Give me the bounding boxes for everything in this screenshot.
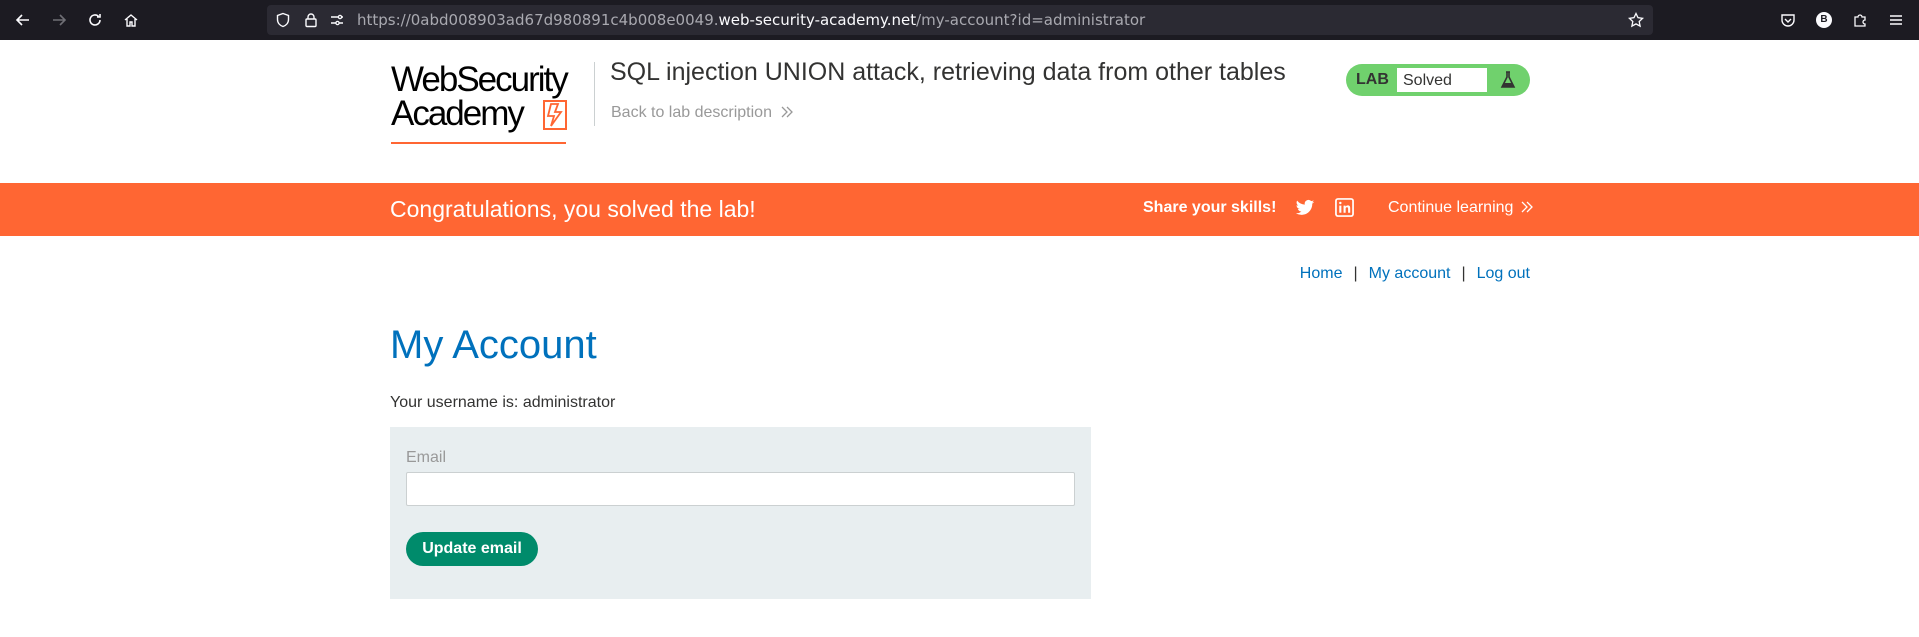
lab-status-widget: LAB Solved [1346,64,1530,96]
hamburger-icon [1890,15,1902,25]
home-button[interactable] [119,8,143,32]
url-path: /my-account?id=administrator [916,11,1146,29]
lab-status-tag: LAB [1356,71,1389,88]
nav-separator: | [1353,265,1358,282]
account-nav: Home | My account | Log out [1300,265,1530,283]
forward-button[interactable] [47,8,71,32]
browser-toolbar: https://0abd008903ad67d980891c4b008e0049… [0,0,1919,40]
double-chevron-right-icon [781,106,794,118]
logo-underline [391,142,566,144]
update-email-form: Email Update email [390,427,1091,599]
my-account-link[interactable]: My account [1369,265,1451,282]
log-out-link[interactable]: Log out [1477,265,1530,282]
url-bar[interactable]: https://0abd008903ad67d980891c4b008e0049… [267,5,1653,35]
lab-status-box: Solved [1396,67,1488,93]
url-text[interactable]: https://0abd008903ad67d980891c4b008e0049… [357,11,1145,29]
continue-learning-label: Continue learning [1388,199,1514,216]
congratulations-banner: Congratulations, you solved the lab! Sha… [0,183,1919,236]
profile-avatar: B [1816,12,1832,28]
back-link-label: Back to lab description [611,104,772,121]
url-prefix: https://0abd008903ad67d980891c4b008e0049… [357,11,719,29]
nav-separator: | [1461,265,1466,282]
congratulations-title: Congratulations, you solved the lab! [390,196,756,222]
home-link[interactable]: Home [1300,265,1343,282]
page-title: My Account [390,323,597,367]
linkedin-icon[interactable] [1335,198,1354,217]
pocket-button[interactable] [1776,8,1800,32]
back-to-lab-description-link[interactable]: Back to lab description [611,103,794,123]
pocket-icon [1781,14,1795,27]
lab-title: SQL injection UNION attack, retrieving d… [610,58,1286,86]
email-field[interactable] [406,472,1075,506]
puzzle-icon [1854,14,1866,27]
reload-icon [89,14,101,26]
header-divider [594,62,595,126]
email-label: Email [406,449,447,466]
permissions-icon[interactable] [329,12,345,28]
username-text: Your username is: administrator [390,394,616,411]
url-host: web-security-academy.net [718,11,917,29]
extensions-button[interactable] [1848,8,1872,32]
double-chevron-right-icon [1521,201,1533,213]
arrow-right-icon [53,14,67,26]
bookmark-star-icon[interactable] [1628,12,1644,28]
page-content: WebSecurity Academy SQL injection UNION … [0,40,1919,637]
share-skills-label: Share your skills! [1143,199,1277,216]
continue-learning-link[interactable]: Continue learning [1388,199,1534,217]
flask-icon [1500,71,1516,88]
home-icon [124,14,138,27]
profile-button[interactable]: B [1812,8,1836,32]
twitter-icon[interactable] [1295,199,1315,217]
arrow-left-icon [15,14,29,26]
back-button[interactable] [11,8,35,32]
menu-button[interactable] [1884,8,1908,32]
logo-text-line2: Academy [391,94,525,133]
web-security-academy-logo[interactable]: WebSecurity Academy [391,60,593,150]
lab-status-text: Solved [1403,72,1452,89]
reload-button[interactable] [83,8,107,32]
logo-lightning-icon [543,100,567,130]
update-email-button[interactable]: Update email [406,532,538,566]
shield-icon[interactable] [275,12,291,28]
lock-icon[interactable] [303,12,319,28]
